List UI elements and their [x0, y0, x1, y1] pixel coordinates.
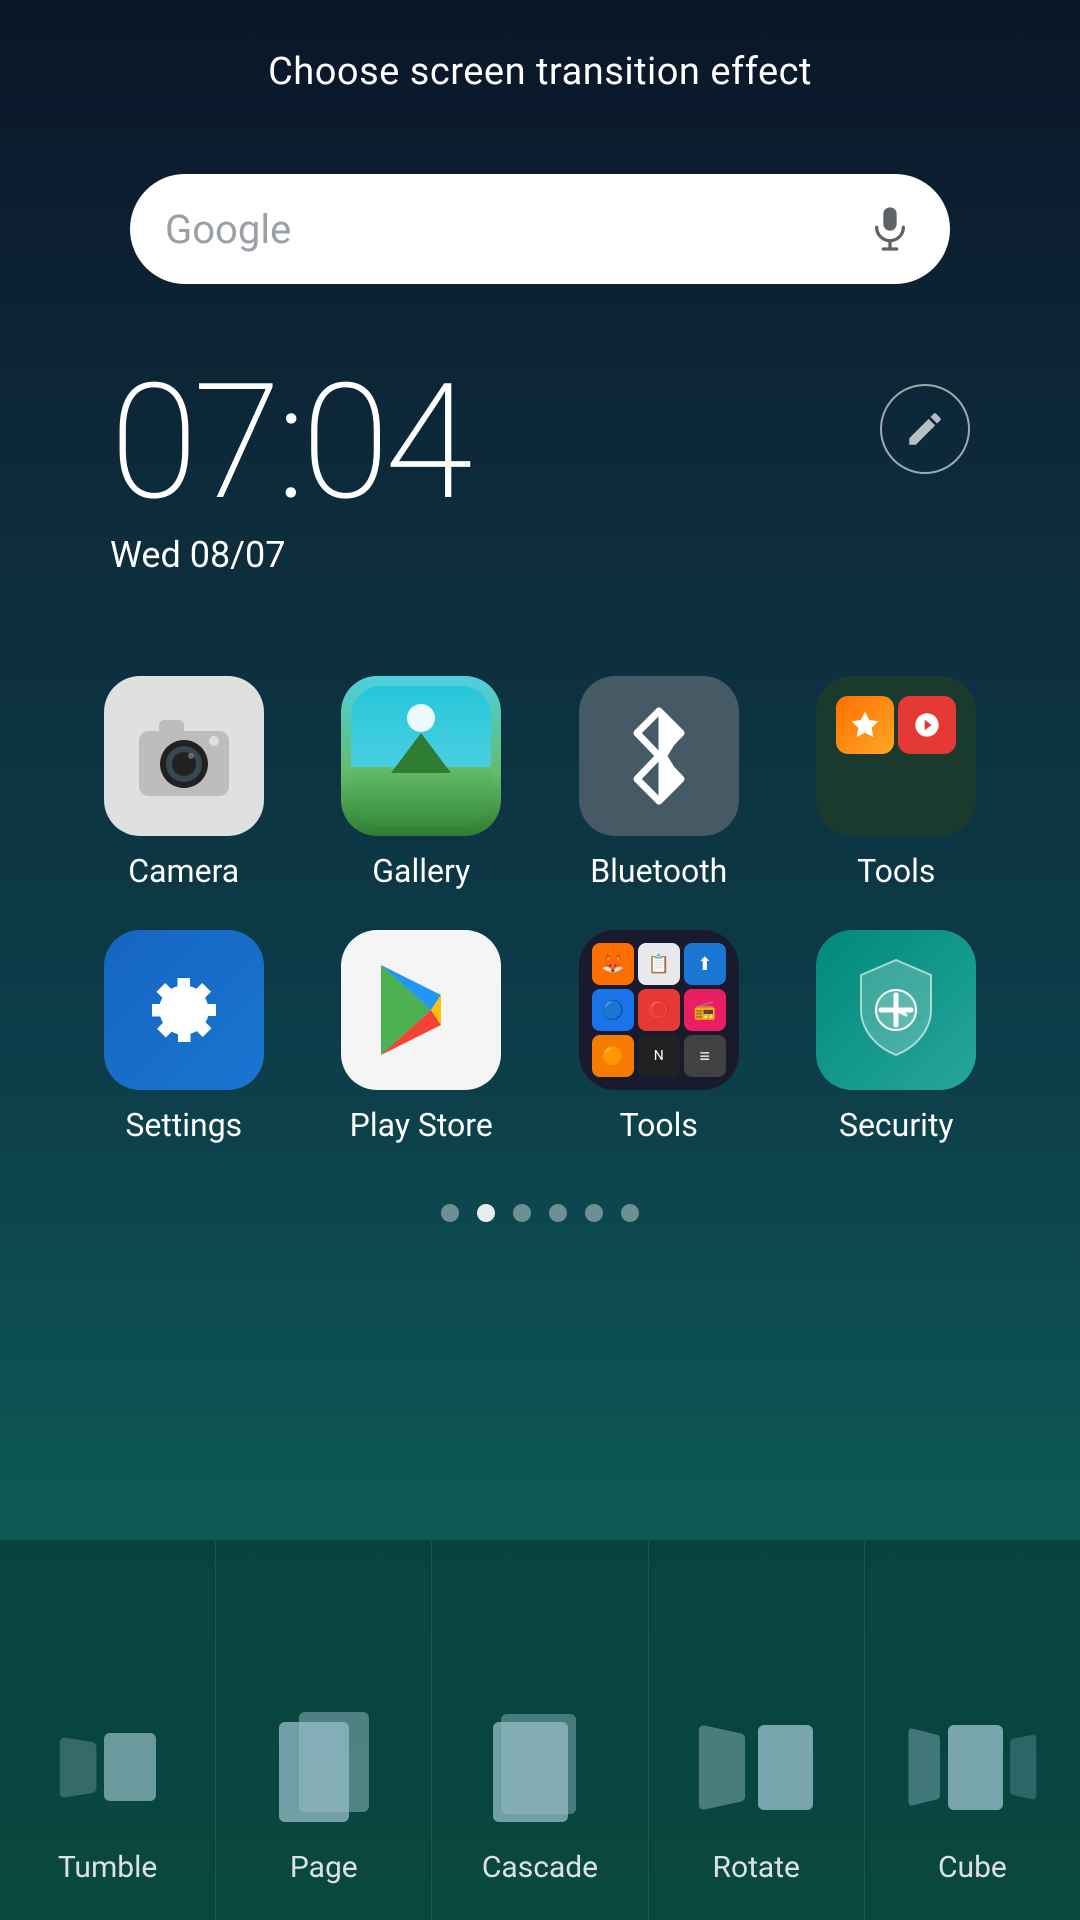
tumble-label: Tumble: [58, 1850, 157, 1885]
tools-app-label: Tools: [620, 1106, 698, 1144]
bluetooth-icon: [579, 676, 739, 836]
security-icon: [816, 930, 976, 1090]
rotate-icon: [696, 1702, 816, 1832]
cascade-icon: [480, 1702, 600, 1832]
dot-0[interactable]: [441, 1204, 459, 1222]
dot-5[interactable]: [621, 1204, 639, 1222]
app-item-playstore[interactable]: Play Store: [318, 930, 526, 1144]
app-item-tools-folder[interactable]: Tools: [793, 676, 1001, 890]
security-label: Security: [839, 1106, 954, 1144]
camera-icon: [104, 676, 264, 836]
transition-item-cascade[interactable]: Cascade: [432, 1540, 648, 1920]
tumble-icon: [48, 1702, 168, 1832]
transition-strip: Tumble Page Cascade Rotate: [0, 1540, 1080, 1920]
app-item-settings[interactable]: Settings: [80, 930, 288, 1144]
cube-icon: [912, 1702, 1032, 1832]
gallery-icon: [341, 676, 501, 836]
mic-icon[interactable]: [865, 199, 915, 259]
gallery-label: Gallery: [372, 852, 470, 890]
clock-minutes: :04: [276, 350, 468, 537]
cascade-label: Cascade: [482, 1850, 598, 1885]
cube-label: Cube: [938, 1850, 1007, 1885]
transition-item-page[interactable]: Page: [216, 1540, 432, 1920]
dot-2[interactable]: [513, 1204, 531, 1222]
tools-folder-label: Tools: [857, 852, 935, 890]
dot-4[interactable]: [585, 1204, 603, 1222]
transition-item-tumble[interactable]: Tumble: [0, 1540, 216, 1920]
dot-1[interactable]: [477, 1204, 495, 1222]
settings-icon: [104, 930, 264, 1090]
camera-label: Camera: [128, 852, 239, 890]
app-item-security[interactable]: Security: [793, 930, 1001, 1144]
clock-date: Wed 08/07: [110, 534, 1080, 576]
edit-clock-button[interactable]: [880, 384, 970, 474]
rotate-label: Rotate: [712, 1850, 799, 1885]
playstore-icon: [341, 930, 501, 1090]
app-item-bluetooth[interactable]: Bluetooth: [555, 676, 763, 890]
settings-label: Settings: [125, 1106, 242, 1144]
bluetooth-label: Bluetooth: [590, 852, 727, 890]
clock-hour: 07: [110, 350, 276, 537]
clock-section: 07:04 Wed 08/07: [110, 364, 1080, 576]
dot-3[interactable]: [549, 1204, 567, 1222]
search-bar[interactable]: Google: [130, 174, 950, 284]
page-indicators: [0, 1204, 1080, 1222]
app-item-camera[interactable]: Camera: [80, 676, 288, 890]
page-label: Page: [290, 1850, 358, 1885]
tools-app-icon: 🦊 📋 ⬆ 🔵 ⭕ 📻 🟠 N ≡: [579, 930, 739, 1090]
tools-folder-icon: [816, 676, 976, 836]
app-item-tools-app[interactable]: 🦊 📋 ⬆ 🔵 ⭕ 📻 🟠 N ≡ Tools: [555, 930, 763, 1144]
transition-item-rotate[interactable]: Rotate: [649, 1540, 865, 1920]
transition-item-cube[interactable]: Cube: [865, 1540, 1080, 1920]
search-text: Google: [165, 206, 865, 253]
header-title: Choose screen transition effect: [0, 0, 1080, 94]
playstore-label: Play Store: [350, 1106, 493, 1144]
app-item-gallery[interactable]: Gallery: [318, 676, 526, 890]
app-grid: Camera Gallery Bluetooth: [0, 676, 1080, 1144]
page-icon: [264, 1702, 384, 1832]
